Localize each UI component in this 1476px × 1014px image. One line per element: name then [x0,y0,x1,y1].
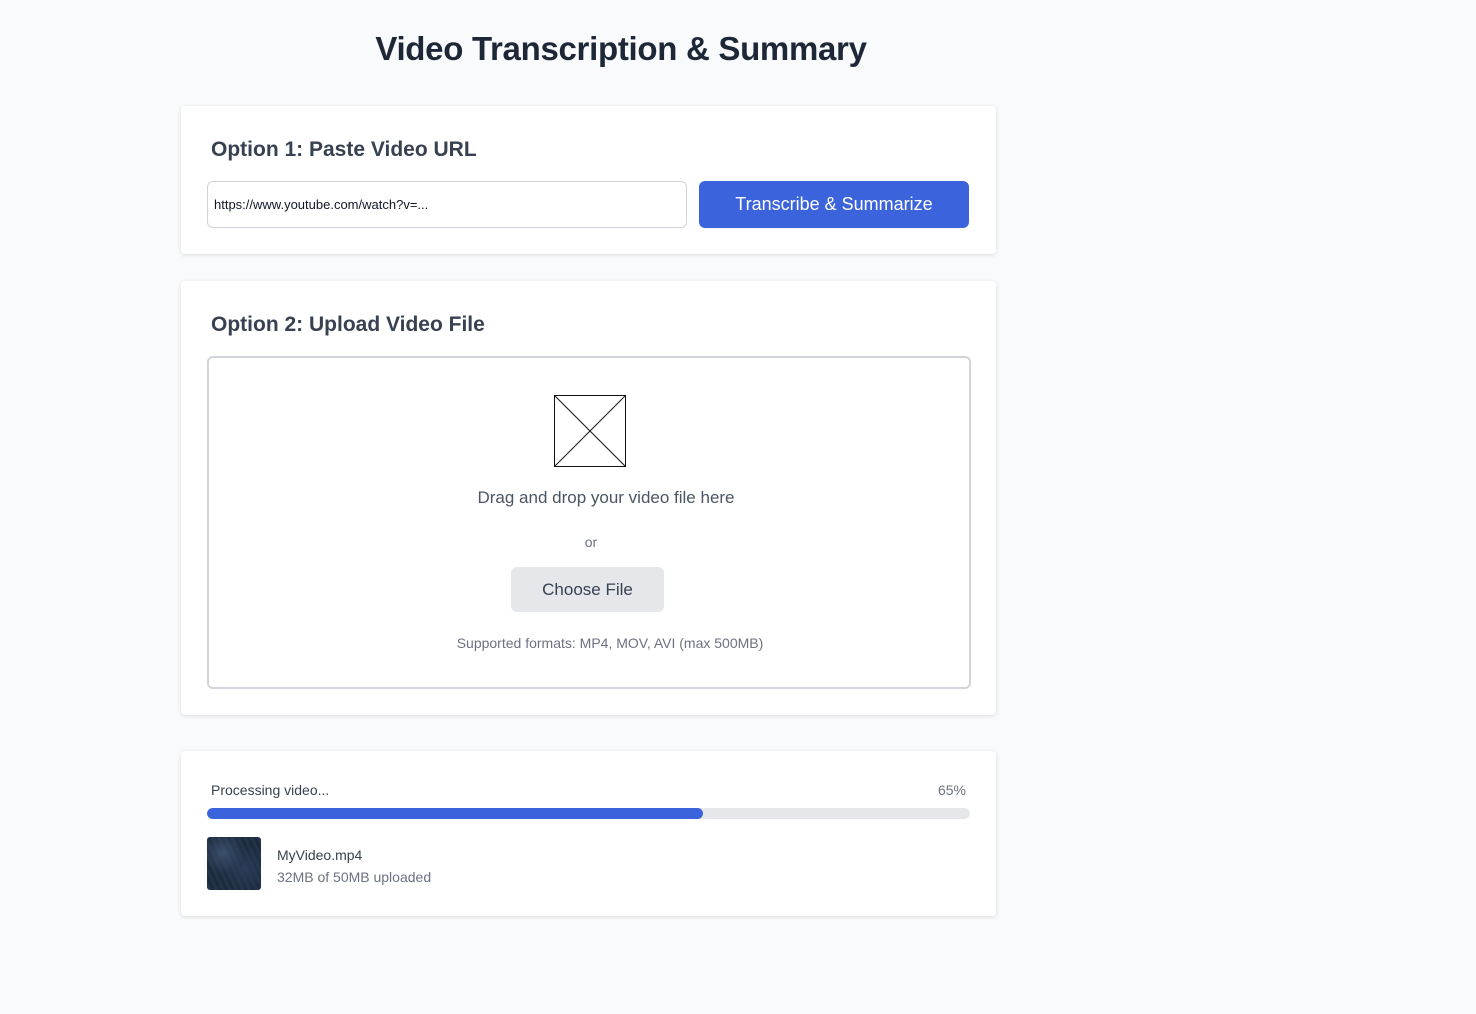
progress-percent: 65% [937,782,966,798]
supported-formats-note: Supported formats: MP4, MOV, AVI (max 50… [456,635,764,651]
progress-bar [207,808,970,819]
video-thumbnail [207,837,261,890]
progress-bar-fill [207,808,703,819]
drop-instructions: Drag and drop your video file here [477,488,735,507]
page-title: Video Transcription & Summary [375,30,867,67]
broken-image-placeholder-icon [554,395,626,467]
upload-option-card: Option 2: Upload Video File Drag and dro… [181,281,996,715]
url-option-heading: Option 1: Paste Video URL [211,138,477,161]
upload-option-heading: Option 2: Upload Video File [211,313,485,336]
file-name: MyVideo.mp4 [277,847,363,863]
or-separator: or [584,534,598,550]
file-dropzone[interactable]: Drag and drop your video file here or Ch… [207,356,971,689]
upload-status: 32MB of 50MB uploaded [277,869,432,885]
progress-card: Processing video... 65% MyVideo.mp4 32MB… [181,751,996,916]
progress-label: Processing video... [211,782,330,798]
video-url-input[interactable] [207,181,687,228]
url-option-card: Option 1: Paste Video URL Transcribe & S… [181,106,996,254]
choose-file-button[interactable]: Choose File [511,567,664,612]
transcribe-summarize-button[interactable]: Transcribe & Summarize [699,181,969,228]
